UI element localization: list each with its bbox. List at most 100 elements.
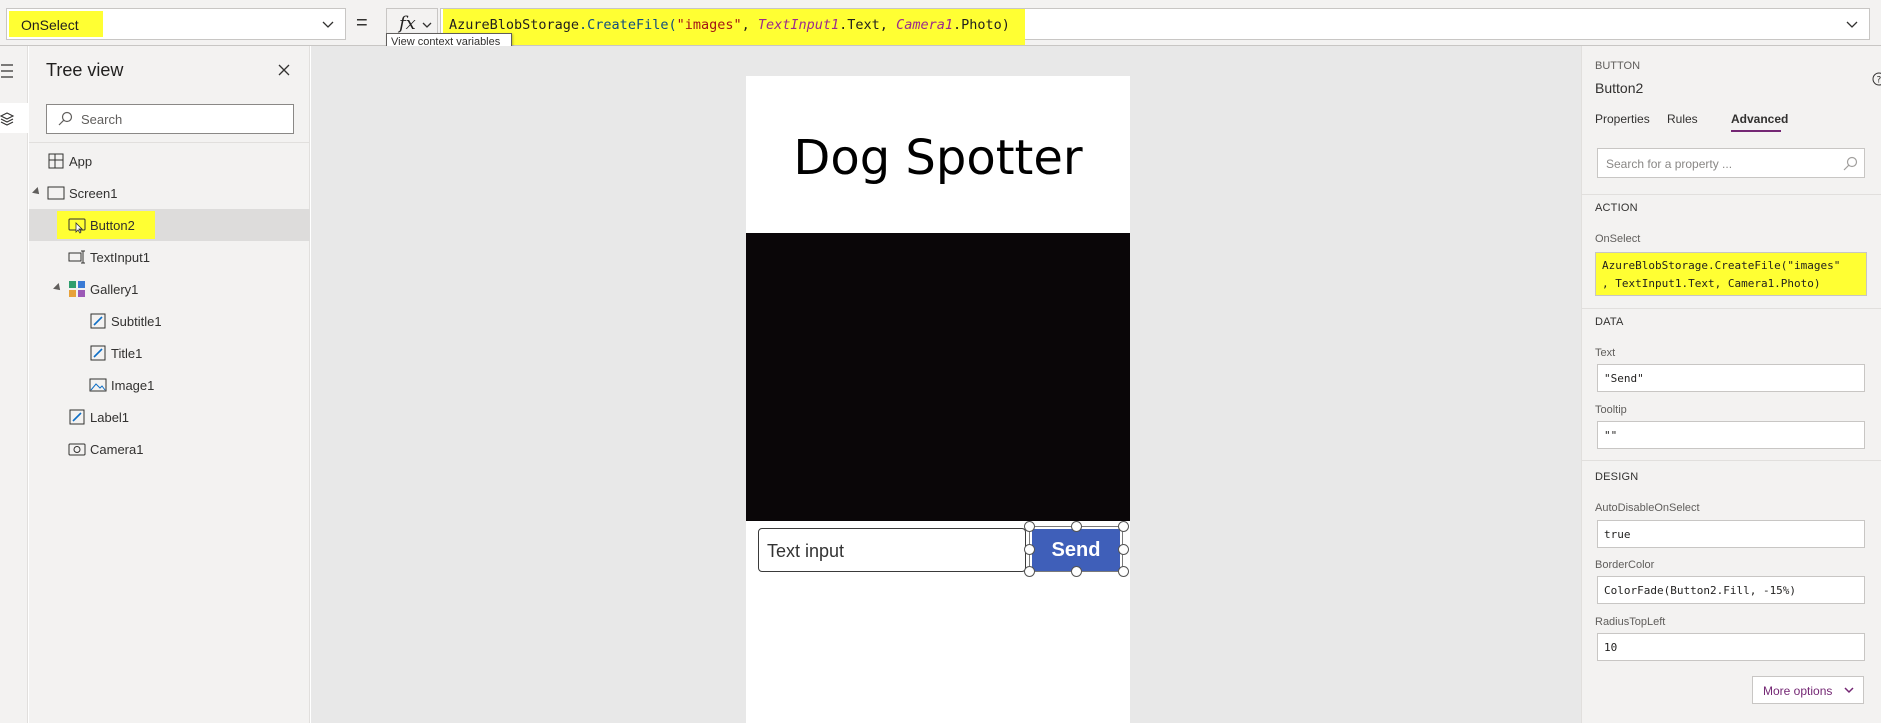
fx-icon: fx <box>399 13 416 34</box>
hamburger-menu-button[interactable] <box>0 56 28 86</box>
radius-top-left-value: 10 <box>1604 641 1618 654</box>
resize-handle[interactable] <box>1118 544 1129 555</box>
app-screen[interactable]: Dog Spotter Text input Send <box>746 76 1130 723</box>
tree-node-label: Gallery1 <box>90 282 139 297</box>
label-icon <box>90 345 106 361</box>
formula-token: TextInput1 <box>757 17 840 33</box>
text-property-label: Text <box>1595 347 1616 359</box>
tree-node-image1[interactable]: Image1 <box>29 369 310 401</box>
chevron-down-icon <box>322 21 334 28</box>
autodisable-label: AutoDisableOnSelect <box>1595 502 1700 514</box>
resize-handle[interactable] <box>1071 521 1082 532</box>
tree-node-label: Label1 <box>90 410 130 425</box>
formula-text: AzureBlobStorage.CreateFile("images", Te… <box>449 17 1010 33</box>
property-search-box[interactable] <box>1597 148 1865 178</box>
app-icon <box>48 153 64 169</box>
control-name-label: Button2 <box>1595 80 1644 96</box>
svg-text:?: ? <box>1877 76 1881 86</box>
properties-panel: BUTTON Button2 ? Properties Rules Advanc… <box>1581 46 1881 723</box>
resize-handle[interactable] <box>1071 566 1082 577</box>
text-property-field[interactable]: "Send" <box>1597 364 1865 392</box>
tooltip-property-field[interactable]: "" <box>1597 421 1865 449</box>
formula-token: Camera1 <box>896 17 953 33</box>
property-search-input[interactable] <box>1606 154 1826 174</box>
tab-properties[interactable]: Properties <box>1595 112 1650 126</box>
formula-token: , <box>741 17 758 33</box>
text-property-value: "Send" <box>1604 372 1644 385</box>
tree-node-label: Image1 <box>111 378 155 393</box>
tree-node-button2[interactable]: Button2 <box>29 209 310 241</box>
divider <box>29 142 310 143</box>
text-input-value: Text input <box>767 541 845 561</box>
tree-search-input[interactable] <box>81 109 286 129</box>
resize-handle[interactable] <box>1118 566 1129 577</box>
divider <box>1582 308 1881 309</box>
search-icon <box>1843 156 1858 171</box>
control-type-label: BUTTON <box>1595 60 1641 72</box>
onselect-label: OnSelect <box>1595 233 1641 245</box>
image-icon <box>89 378 107 392</box>
radius-top-left-label: RadiusTopLeft <box>1595 616 1666 628</box>
resize-handle[interactable] <box>1118 521 1129 532</box>
divider <box>1582 194 1881 195</box>
collapse-caret-icon[interactable] <box>53 283 63 293</box>
more-options-button[interactable]: More options <box>1752 676 1864 704</box>
tree-node-textinput1[interactable]: TextInput1 <box>29 241 310 273</box>
tree-view-rail-button[interactable] <box>0 103 28 133</box>
formula-input[interactable]: AzureBlobStorage.CreateFile("images", Te… <box>440 8 1870 45</box>
formula-token: AzureBlobStorage <box>449 17 580 33</box>
bordercolor-field[interactable]: ColorFade(Button2.Fill, -15%) <box>1597 576 1865 604</box>
more-options-label: More options <box>1763 684 1833 698</box>
tree-node-camera1[interactable]: Camera1 <box>29 433 310 465</box>
tree-view-panel: Tree view App Screen1 Button2 TextInput1 Gal… <box>29 46 310 723</box>
tree-node-label: Screen1 <box>69 186 118 201</box>
resize-handle[interactable] <box>1024 566 1035 577</box>
camera-control[interactable] <box>746 233 1130 521</box>
property-name: OnSelect <box>21 17 79 33</box>
tree-node-screen1[interactable]: Screen1 <box>29 177 310 209</box>
onselect-formula-line: , TextInput1.Text, Camera1.Photo) <box>1602 277 1821 290</box>
bordercolor-value: ColorFade(Button2.Fill, -15%) <box>1604 584 1797 597</box>
active-tab-indicator <box>1731 130 1781 132</box>
left-rail <box>0 46 28 723</box>
formula-token: .CreateFile( <box>579 17 677 33</box>
tab-rules[interactable]: Rules <box>1667 112 1698 126</box>
tree-node-subtitle1[interactable]: Subtitle1 <box>29 305 310 337</box>
text-input-control[interactable]: Text input <box>758 528 1026 572</box>
tree-node-label: Subtitle1 <box>111 314 162 329</box>
resize-handle[interactable] <box>1024 521 1035 532</box>
tree-node-label: App <box>69 154 93 169</box>
tree-search-box[interactable] <box>46 104 294 134</box>
tree-node-app[interactable]: App <box>29 145 310 177</box>
tree-node-label: Button2 <box>90 218 135 233</box>
tree-node-label: Camera1 <box>90 442 144 457</box>
formula-token: .Photo) <box>952 17 1010 33</box>
screen-icon <box>47 186 65 200</box>
tooltip-property-value: "" <box>1604 429 1618 442</box>
help-icon[interactable]: ? <box>1872 72 1881 86</box>
formula-token: .Text, <box>839 17 897 33</box>
autodisable-field[interactable]: true <box>1597 520 1865 548</box>
app-title-label[interactable]: Dog Spotter <box>746 130 1130 186</box>
onselect-formula-line: AzureBlobStorage.CreateFile("images" <box>1602 259 1841 272</box>
expand-formula-icon[interactable] <box>1845 17 1859 31</box>
radius-top-left-field[interactable]: 10 <box>1597 633 1865 661</box>
onselect-formula-field[interactable]: AzureBlobStorage.CreateFile("images" , T… <box>1595 252 1867 296</box>
tab-advanced[interactable]: Advanced <box>1731 112 1788 126</box>
formula-bar: OnSelect = fx AzureBlobStorage.CreateFil… <box>0 0 1881 51</box>
hamburger-icon <box>1 64 13 78</box>
collapse-caret-icon[interactable] <box>32 187 42 197</box>
tree-node-gallery1[interactable]: Gallery1 <box>29 273 310 305</box>
resize-handle[interactable] <box>1024 544 1035 555</box>
tree-node-title1[interactable]: Title1 <box>29 337 310 369</box>
label-icon <box>90 313 106 329</box>
bordercolor-label: BorderColor <box>1595 559 1655 571</box>
tree-node-label: Title1 <box>111 346 143 361</box>
close-icon[interactable] <box>276 62 292 78</box>
tooltip-property-label: Tooltip <box>1595 404 1627 416</box>
tree-view-title: Tree view <box>46 60 124 80</box>
chevron-down-icon <box>422 22 432 28</box>
property-dropdown[interactable]: OnSelect <box>6 8 346 40</box>
autodisable-value: true <box>1604 528 1631 541</box>
tree-node-label1[interactable]: Label1 <box>29 401 310 433</box>
